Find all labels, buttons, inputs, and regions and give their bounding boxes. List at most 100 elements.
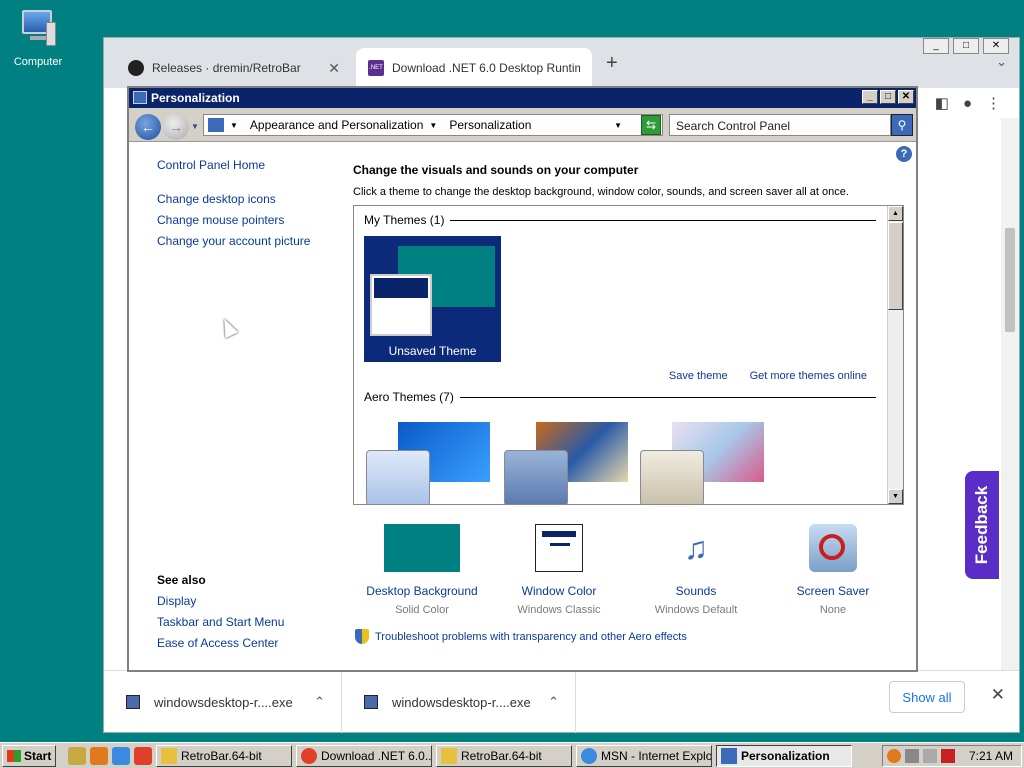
- computer-icon: [16, 8, 60, 52]
- chrome-icon: [301, 747, 317, 764]
- display-link[interactable]: Display: [157, 594, 284, 608]
- download-bar: windowsdesktop-r....exe ⌃ windowsdesktop…: [104, 670, 1019, 733]
- chevron-down-icon[interactable]: ▼: [429, 121, 437, 130]
- search-input[interactable]: Search Control Panel: [669, 114, 891, 136]
- window-controls: _ □ ✕: [923, 38, 1009, 54]
- minimize-button[interactable]: _: [862, 90, 878, 104]
- refresh-button[interactable]: ⇆: [641, 115, 661, 135]
- scroll-up-icon[interactable]: ▲: [888, 206, 903, 221]
- theme-scrollbar[interactable]: ▲ ▼: [887, 206, 903, 504]
- maximize-button[interactable]: □: [880, 90, 896, 104]
- change-mouse-pointers-link[interactable]: Change mouse pointers: [157, 213, 337, 227]
- theme-links: Save theme Get more themes online: [669, 370, 867, 382]
- aero-theme-thumbnail[interactable]: [504, 418, 630, 504]
- close-tab-icon[interactable]: ✕: [328, 60, 340, 77]
- system-tray: 7:21 AM: [882, 745, 1022, 767]
- feedback-button[interactable]: Feedback: [965, 471, 999, 579]
- breadcrumb-item[interactable]: Personalization: [449, 118, 531, 132]
- chevron-up-icon[interactable]: ⌃: [548, 694, 559, 710]
- sounds-icon: ♫: [684, 530, 708, 566]
- new-tab-button[interactable]: +: [606, 52, 618, 75]
- see-also-heading: See also: [157, 573, 206, 587]
- ease-of-access-link[interactable]: Ease of Access Center: [157, 636, 284, 650]
- troubleshoot-link[interactable]: Troubleshoot problems with transparency …: [375, 631, 687, 643]
- taskbar-start-menu-link[interactable]: Taskbar and Start Menu: [157, 615, 284, 629]
- taskbar-button[interactable]: MSN - Internet Explor...: [576, 744, 712, 767]
- chevron-down-icon[interactable]: ⌄: [996, 54, 1007, 70]
- back-button[interactable]: ←: [135, 114, 161, 140]
- minimize-button[interactable]: _: [923, 38, 949, 54]
- tab-title: Releases · dremin/RetroBar: [152, 61, 301, 75]
- window-controls: _ □ ✕: [862, 90, 914, 104]
- theme-label: Unsaved Theme: [388, 344, 477, 358]
- screen-saver-tile[interactable]: Screen Saver None: [764, 524, 902, 616]
- folder-icon: [441, 747, 457, 764]
- aero-theme-thumbnail[interactable]: [640, 418, 766, 504]
- network-icon[interactable]: [905, 749, 919, 763]
- chrome-icon[interactable]: [134, 746, 152, 765]
- taskbar-button[interactable]: RetroBar.64-bit: [436, 744, 572, 767]
- explorer-icon[interactable]: [68, 746, 86, 765]
- tab-dotnet[interactable]: .NET Download .NET 6.0 Desktop Runtime: [356, 48, 592, 88]
- navigation-bar: ← → ▼ ▼ Appearance and Personalization ▼…: [129, 108, 916, 142]
- download-filename: windowsdesktop-r....exe: [154, 694, 293, 710]
- show-all-button[interactable]: Show all: [889, 681, 965, 713]
- save-theme-link[interactable]: Save theme: [669, 370, 728, 382]
- troubleshoot-row: Troubleshoot problems with transparency …: [355, 629, 687, 644]
- control-panel-home-link[interactable]: Control Panel Home: [157, 158, 337, 172]
- window-color-tile[interactable]: Window Color Windows Classic: [490, 524, 628, 616]
- download-item[interactable]: windowsdesktop-r....exe ⌃: [104, 671, 342, 733]
- left-pane: Control Panel Home Change desktop icons …: [157, 158, 337, 255]
- menu-icon[interactable]: ⋮: [986, 94, 1001, 112]
- maximize-button[interactable]: □: [953, 38, 979, 54]
- taskbar-button-active[interactable]: Personalization: [716, 744, 852, 767]
- help-icon[interactable]: ?: [896, 146, 912, 162]
- unsaved-theme[interactable]: Unsaved Theme: [364, 236, 501, 362]
- desktop-background-tile[interactable]: Desktop Background Solid Color: [353, 524, 491, 616]
- toolbar-right: ◧ ● ⋮: [919, 88, 1019, 118]
- theme-settings: Desktop Background Solid Color Window Co…: [353, 524, 903, 616]
- close-button[interactable]: ✕: [898, 90, 914, 104]
- start-button[interactable]: Start: [2, 744, 56, 767]
- desktop-icon-computer[interactable]: Computer: [8, 8, 68, 68]
- internet-explorer-icon[interactable]: [112, 746, 130, 765]
- clock[interactable]: 7:21 AM: [969, 749, 1013, 763]
- search-icon[interactable]: ⚲: [891, 114, 913, 136]
- internet-explorer-icon: [581, 747, 597, 764]
- profile-icon[interactable]: ●: [963, 95, 972, 112]
- feedback-label: Feedback: [972, 485, 991, 565]
- aero-theme-thumbnail[interactable]: [366, 418, 492, 504]
- tab-releases[interactable]: Releases · dremin/RetroBar ✕: [116, 48, 352, 88]
- see-also-section: See also Display Taskbar and Start Menu …: [157, 573, 284, 657]
- window-title-bar[interactable]: Personalization _ □ ✕: [129, 88, 916, 108]
- sounds-tile[interactable]: ♫ Sounds Windows Default: [627, 524, 765, 616]
- change-account-picture-link[interactable]: Change your account picture: [157, 234, 337, 248]
- side-panel-icon[interactable]: ◧: [935, 94, 949, 112]
- history-dropdown[interactable]: ▼: [191, 122, 199, 131]
- breadcrumb-item[interactable]: Appearance and Personalization: [250, 118, 423, 132]
- page-subtitle: Click a theme to change the desktop back…: [353, 186, 849, 198]
- taskbar-button[interactable]: Download .NET 6.0...: [296, 744, 432, 767]
- get-more-themes-link[interactable]: Get more themes online: [750, 370, 867, 382]
- change-desktop-icons-link[interactable]: Change desktop icons: [157, 192, 337, 206]
- breadcrumb[interactable]: ▼ Appearance and Personalization ▼ Perso…: [203, 114, 663, 136]
- close-icon[interactable]: ✕: [991, 685, 1005, 705]
- address-dropdown[interactable]: ▼: [614, 121, 622, 130]
- search-icon[interactable]: [887, 749, 901, 763]
- media-player-icon[interactable]: [90, 746, 108, 765]
- scroll-down-icon[interactable]: ▼: [888, 489, 903, 504]
- shield-icon: [355, 629, 369, 644]
- window-title: Personalization: [151, 91, 240, 105]
- close-button[interactable]: ✕: [983, 38, 1009, 54]
- forward-button[interactable]: →: [163, 114, 189, 140]
- taskbar-button[interactable]: RetroBar.64-bit: [156, 744, 292, 767]
- download-item[interactable]: windowsdesktop-r....exe ⌃: [342, 671, 576, 733]
- page-scrollbar[interactable]: ▼: [1001, 118, 1019, 678]
- chevron-down-icon[interactable]: ▼: [230, 121, 238, 130]
- page-title: Change the visuals and sounds on your co…: [353, 163, 639, 177]
- volume-muted-icon[interactable]: [941, 749, 955, 763]
- chevron-up-icon[interactable]: ⌃: [314, 694, 325, 710]
- scrollbar-thumb[interactable]: [888, 222, 903, 310]
- scrollbar-thumb[interactable]: [1005, 228, 1015, 332]
- action-center-icon[interactable]: [923, 749, 937, 763]
